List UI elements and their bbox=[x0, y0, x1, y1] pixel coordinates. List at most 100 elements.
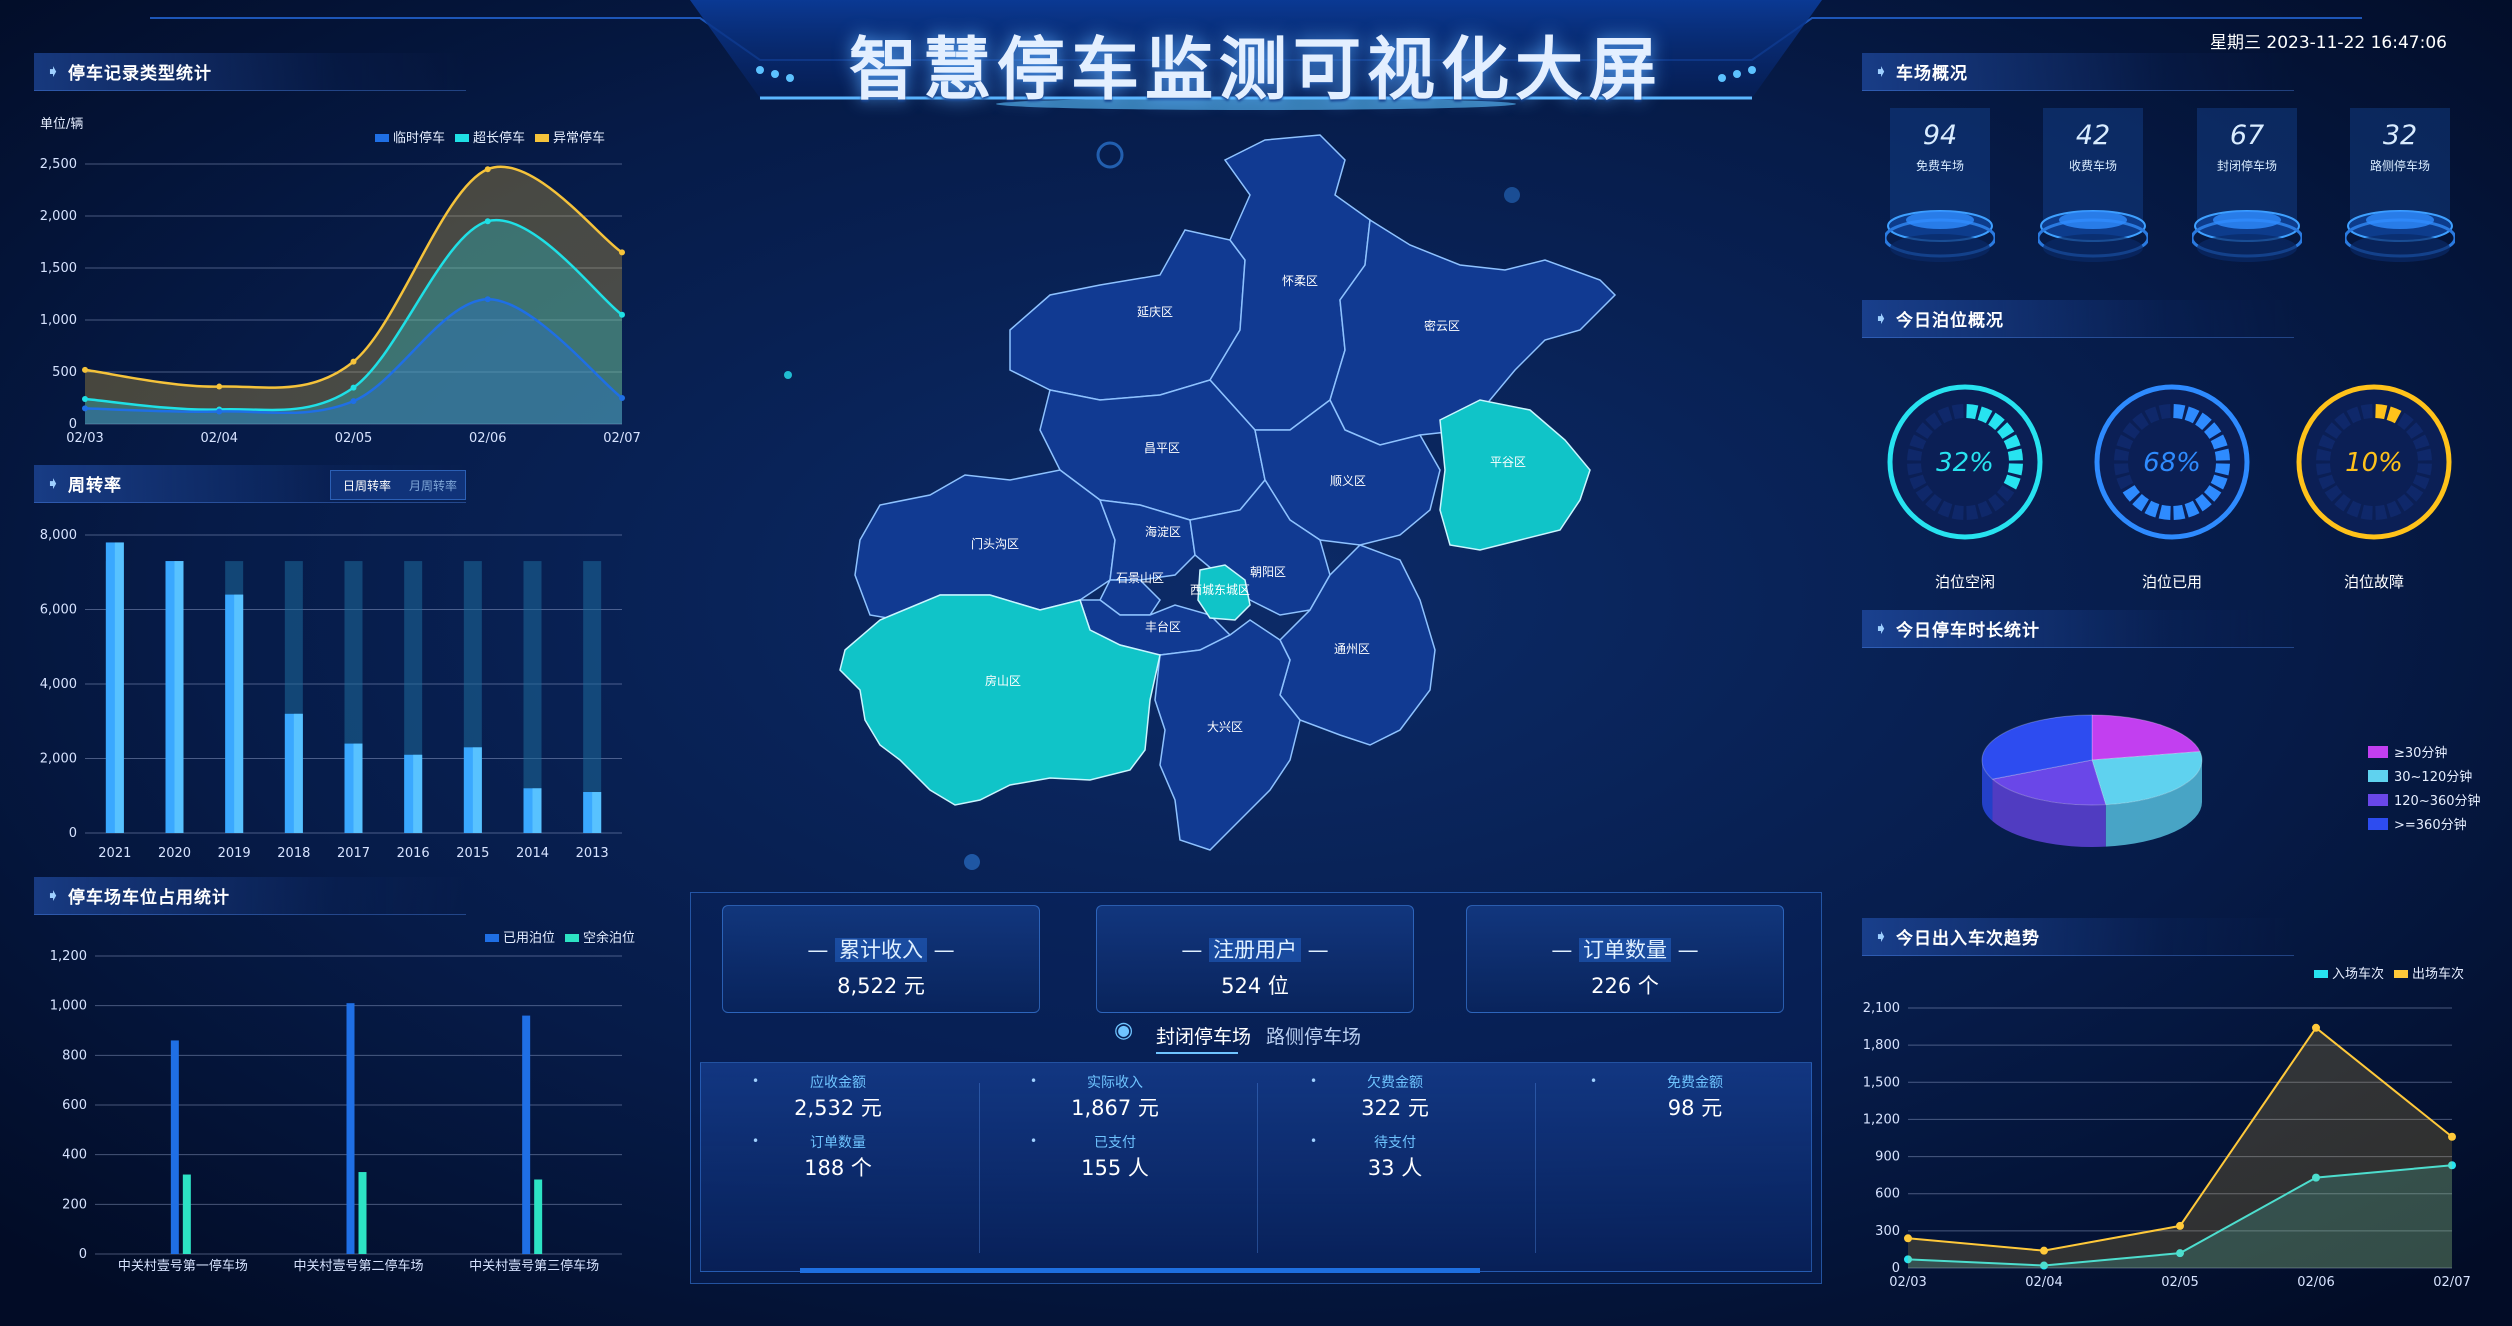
data-point[interactable] bbox=[484, 296, 491, 303]
legend-label[interactable]: 空余泊位 bbox=[583, 930, 635, 946]
legend-label[interactable]: 120~360分钟 bbox=[2394, 793, 2481, 809]
y-tick-label: 2,000 bbox=[40, 209, 77, 224]
x-tick-label: 2017 bbox=[337, 846, 370, 861]
legend-swatch bbox=[2314, 970, 2328, 978]
tab-daily-turnover[interactable]: 日周转率 bbox=[343, 477, 391, 494]
stat-value-orders: 226 个 bbox=[1591, 974, 1659, 998]
panel-title-berth: ➧ 今日泊位概况 bbox=[1862, 300, 2294, 338]
unit-label: 单位/辆 bbox=[40, 117, 83, 132]
legend-label[interactable]: >=360分钟 bbox=[2394, 817, 2467, 833]
data-point[interactable] bbox=[216, 408, 223, 415]
overview-value: 42 bbox=[2075, 120, 2111, 151]
data-point[interactable] bbox=[82, 405, 88, 412]
legend-label[interactable]: 超长停车 bbox=[473, 130, 525, 146]
grid-value-paid: 155 人 bbox=[1081, 1156, 1149, 1180]
y-tick-label: 2,000 bbox=[40, 752, 77, 767]
data-point[interactable] bbox=[350, 384, 357, 391]
tab-monthly-turnover[interactable]: 月周转率 bbox=[409, 477, 457, 494]
legend-label[interactable]: 出场车次 bbox=[2412, 966, 2464, 982]
gauge-value: 10% bbox=[2345, 448, 2403, 478]
data-point[interactable] bbox=[2312, 1023, 2320, 1032]
berth-gauges: 32% 68% 10% bbox=[1887, 384, 2452, 540]
x-tick-label: 中关村壹号第一停车场 bbox=[118, 1258, 248, 1274]
x-tick-label: 2013 bbox=[576, 846, 609, 861]
legend-swatch bbox=[2368, 770, 2388, 782]
arrow-icon: ➧ bbox=[45, 61, 61, 82]
data-point[interactable] bbox=[350, 398, 357, 405]
data-point[interactable] bbox=[82, 366, 88, 373]
grid-label-actual: 实际收入 bbox=[1087, 1075, 1143, 1091]
x-tick-label: 02/06 bbox=[2297, 1275, 2334, 1290]
data-point[interactable] bbox=[2040, 1246, 2048, 1255]
tab-active-underline bbox=[1156, 1052, 1238, 1054]
legend-label[interactable]: 异常停车 bbox=[553, 130, 605, 146]
arrow-icon: ➧ bbox=[45, 473, 61, 494]
map-district-pinggu[interactable] bbox=[1439, 399, 1591, 551]
data-point[interactable] bbox=[484, 166, 491, 173]
legend-swatch bbox=[2368, 746, 2388, 758]
data-point[interactable] bbox=[82, 396, 88, 403]
legend-label[interactable]: 已用泊位 bbox=[503, 931, 555, 946]
x-tick-label: 02/06 bbox=[469, 431, 506, 446]
data-point[interactable] bbox=[619, 395, 625, 401]
bar[interactable] bbox=[182, 1174, 191, 1254]
stat-value-users: 524 位 bbox=[1221, 974, 1289, 998]
bar-highlight bbox=[114, 542, 124, 833]
grid-value-arrears: 322 元 bbox=[1361, 1096, 1429, 1120]
bar[interactable] bbox=[534, 1179, 543, 1255]
x-tick-label: 02/05 bbox=[335, 431, 372, 446]
legend-label[interactable]: ≥30分钟 bbox=[2394, 745, 2447, 761]
map-label-pinggu: 平谷区 bbox=[1490, 455, 1526, 469]
bar[interactable] bbox=[170, 1040, 179, 1254]
map-label-changping: 昌平区 bbox=[1144, 441, 1180, 455]
overview-label: 封闭停车场 bbox=[2216, 159, 2277, 173]
page-title: 智慧停车监测可视化大屏 bbox=[848, 31, 1663, 110]
y-tick-label: 1,000 bbox=[40, 313, 77, 328]
datetime: 星期三 2023-11-22 16:47:06 bbox=[2210, 33, 2447, 53]
x-tick-label: 2018 bbox=[277, 846, 310, 861]
legend-swatch bbox=[565, 934, 579, 942]
bar-highlight bbox=[174, 561, 184, 833]
map-label-shunyi: 顺义区 bbox=[1330, 474, 1366, 488]
overview-label: 收费车场 bbox=[2068, 159, 2117, 173]
map-label-yanqing: 延庆区 bbox=[1137, 305, 1173, 319]
data-point[interactable] bbox=[619, 311, 625, 318]
y-tick-label: 600 bbox=[62, 1098, 87, 1113]
bar[interactable] bbox=[522, 1015, 531, 1254]
data-point[interactable] bbox=[216, 383, 223, 390]
data-point[interactable] bbox=[484, 218, 491, 225]
y-tick-label: 0 bbox=[79, 1247, 87, 1262]
bar[interactable] bbox=[358, 1172, 367, 1254]
map-district-yanqing[interactable] bbox=[1009, 229, 1246, 401]
panel-title-overview: ➧ 车场概况 bbox=[1862, 53, 2294, 91]
map-district-daxing[interactable] bbox=[1154, 619, 1301, 851]
x-tick-label: 02/04 bbox=[201, 431, 238, 446]
duration-pie-chart: ≥30分钟 30~120分钟 120~360分钟 >=360分钟 bbox=[1981, 714, 2481, 847]
y-tick-label: 400 bbox=[62, 1148, 87, 1163]
gauge-value: 68% bbox=[2143, 448, 2201, 478]
y-tick-label: 200 bbox=[62, 1197, 87, 1212]
x-tick-label: 2014 bbox=[516, 846, 549, 861]
legend-label[interactable]: 入场车次 bbox=[2332, 966, 2384, 982]
data-point[interactable] bbox=[2176, 1221, 2184, 1230]
map-label-fengtai: 丰台区 bbox=[1145, 619, 1181, 634]
data-point[interactable] bbox=[350, 358, 357, 365]
bar[interactable] bbox=[346, 1003, 355, 1254]
map-label-fangshan: 房山区 bbox=[985, 673, 1021, 688]
grid-label-free: 免费金额 bbox=[1667, 1075, 1723, 1091]
legend-label[interactable]: 临时停车 bbox=[393, 130, 445, 146]
y-tick-label: 800 bbox=[62, 1048, 87, 1063]
tab-roadside-parking[interactable]: 路侧停车场 bbox=[1266, 1022, 1361, 1049]
legend-label[interactable]: 30~120分钟 bbox=[2394, 769, 2472, 785]
map-label-mentougou: 门头沟区 bbox=[971, 536, 1019, 551]
data-point[interactable] bbox=[1904, 1234, 1912, 1243]
y-tick-label: 1,500 bbox=[1863, 1075, 1900, 1090]
overview-value: 94 bbox=[1922, 120, 1958, 151]
y-tick-label: 900 bbox=[1875, 1150, 1900, 1165]
gauge-value: 32% bbox=[1936, 448, 1994, 478]
data-point[interactable] bbox=[2448, 1132, 2456, 1141]
stat-value-income: 8,522 元 bbox=[837, 974, 925, 998]
tab-closed-parking[interactable]: 封闭停车场 bbox=[1156, 1022, 1251, 1049]
data-point[interactable] bbox=[619, 249, 625, 256]
occupancy-chart: 0 200 400 600 800 1,000 1,200 中关村壹号第一停车场 中关村壹号第二… bbox=[50, 930, 635, 1274]
